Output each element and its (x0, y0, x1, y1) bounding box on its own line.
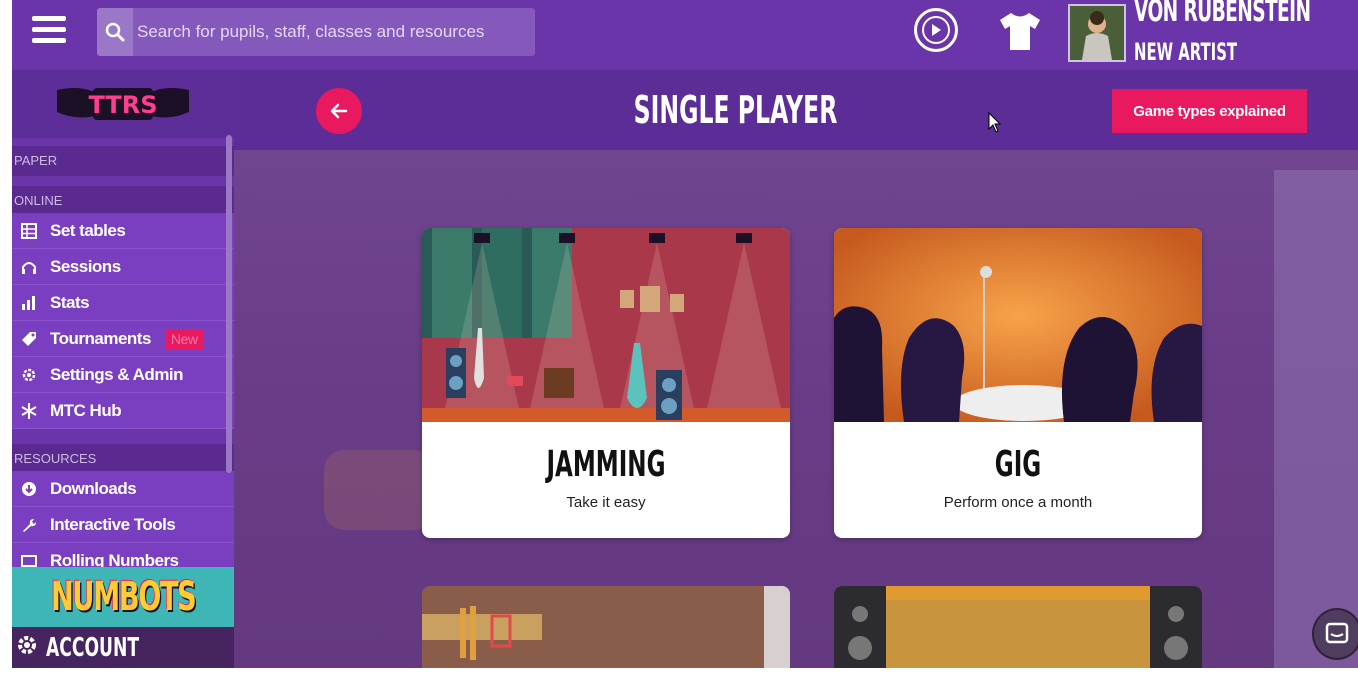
avatar[interactable] (1068, 4, 1126, 62)
card-subtitle: Take it easy (566, 494, 646, 511)
headphones-icon (16, 257, 42, 277)
page-title: SINGLE PLAYER (633, 88, 838, 132)
section-label-online: ONLINE (12, 186, 234, 216)
gear-icon (16, 634, 38, 661)
search-bar[interactable] (97, 8, 535, 56)
sidebar-item-label: Tournaments (50, 328, 151, 348)
sidebar-item-settings-admin[interactable]: Settings & Admin (12, 357, 234, 393)
card-title: GIG (994, 444, 1042, 485)
gig-illustration (834, 228, 1202, 422)
game-card-gig[interactable]: GIG Perform once a month (834, 228, 1202, 538)
sidebar-item-label: Downloads (50, 478, 137, 498)
sidebar-item-mtc-hub[interactable]: MTC Hub (12, 393, 234, 429)
sidebar-item-label: MTC Hub (50, 400, 122, 420)
arrow-left-icon (330, 103, 348, 119)
background-scene (1274, 170, 1358, 668)
numbots-logo[interactable]: NUMBOTS (12, 567, 234, 627)
sidebar-item-sessions[interactable]: Sessions (12, 249, 234, 285)
page-header: SINGLE PLAYER Game types explained (234, 70, 1358, 150)
sidebar-item-set-tables[interactable]: Set tables (12, 213, 234, 249)
jamming-illustration (422, 228, 790, 422)
card-subtitle: Perform once a month (943, 494, 1093, 511)
wrench-icon (16, 515, 42, 535)
new-badge: New (164, 328, 204, 349)
download-icon (16, 479, 42, 499)
main-content: JAMMING Take it easy GIG Perform once a … (234, 150, 1358, 668)
sidebar-item-downloads[interactable]: Downloads (12, 471, 234, 507)
section-label-paper: PAPER (12, 146, 234, 176)
section-label-resources: RESOURCES (12, 444, 234, 474)
user-rank: NEW ARTIST (1134, 38, 1238, 66)
app-window: VON RUBENSTEIN NEW ARTIST TTRS PAPER ONL… (12, 0, 1358, 668)
top-bar: VON RUBENSTEIN NEW ARTIST (12, 0, 1358, 70)
sidebar-item-interactive-tools[interactable]: Interactive Tools (12, 507, 234, 543)
play-circle-icon[interactable] (914, 8, 958, 52)
workshop-illustration (422, 586, 790, 668)
sidebar-item-tournaments[interactable]: Tournaments New (12, 321, 234, 357)
tshirt-icon[interactable] (997, 10, 1043, 52)
sidebar-item-stats[interactable]: Stats (12, 285, 234, 321)
tag-icon (16, 329, 42, 349)
sidebar: TTRS PAPER ONLINE Set tables Sessions St… (12, 70, 234, 668)
sidebar-scrollbar[interactable] (226, 135, 232, 473)
search-input[interactable] (137, 18, 527, 46)
sidebar-item-label: Stats (50, 292, 90, 312)
menu-icon[interactable] (32, 16, 66, 48)
sidebar-item-label: Set tables (50, 220, 126, 240)
account-label: ACCOUNT (46, 632, 140, 663)
card-title: JAMMING (546, 444, 666, 485)
game-card-partial[interactable] (422, 586, 790, 668)
sidebar-item-label: Settings & Admin (50, 364, 184, 384)
search-icon (97, 8, 133, 56)
game-card-partial[interactable] (834, 586, 1202, 668)
bar-chart-icon (16, 293, 42, 313)
username: VON RUBENSTEIN (1134, 0, 1311, 29)
star-icon (16, 401, 42, 421)
account-button[interactable]: ACCOUNT (12, 627, 234, 668)
svg-text:TTRS: TTRS (88, 91, 157, 119)
chat-icon (1325, 622, 1349, 644)
back-button[interactable] (316, 88, 362, 134)
chat-button[interactable] (1312, 608, 1358, 660)
ttrs-logo[interactable]: TTRS (12, 70, 234, 138)
background-scene (324, 450, 434, 530)
mouse-cursor-icon (988, 112, 1002, 133)
gear-icon (16, 365, 42, 385)
game-types-explained-button[interactable]: Game types explained (1112, 89, 1307, 133)
sidebar-item-label: Sessions (50, 256, 121, 276)
sidebar-item-label: Interactive Tools (50, 514, 176, 534)
studio-illustration (834, 586, 1202, 668)
table-icon (16, 221, 42, 241)
game-card-jamming[interactable]: JAMMING Take it easy (422, 228, 790, 538)
